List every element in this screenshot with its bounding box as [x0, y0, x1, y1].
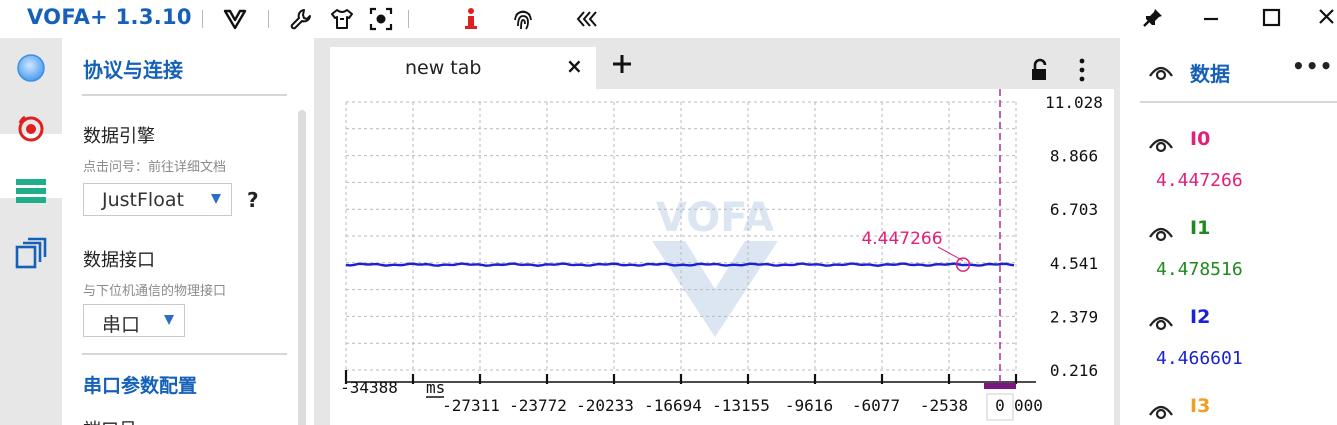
- panel-scrollbar[interactable]: [298, 110, 306, 425]
- divider: [82, 94, 287, 96]
- nav-rail: [0, 38, 62, 425]
- divider: [1140, 101, 1337, 103]
- channel-value: 4.478516: [1156, 259, 1243, 280]
- tab-close-button[interactable]: ×: [566, 54, 583, 78]
- x-tick-label: -2538: [920, 396, 968, 415]
- eye-icon[interactable]: [1148, 62, 1174, 82]
- series-line-I2: [345, 262, 1015, 267]
- maximize-icon[interactable]: [1256, 4, 1286, 32]
- y-axis-labels: 11.028 8.866 6.703 4.541 2.379 0.216: [1045, 93, 1103, 380]
- x-axis-unit: ms: [426, 378, 445, 397]
- port-label: 端口号: [83, 416, 137, 425]
- vofa-window: VOFA+ 1.3.10 协议与连接 数据引擎 点击问号：前往详细文档 Just…: [0, 0, 1337, 425]
- fingerprint-icon[interactable]: [510, 6, 536, 32]
- more-options-button[interactable]: •••: [1292, 54, 1333, 78]
- close-icon[interactable]: [1312, 4, 1337, 32]
- tab-label: new tab: [405, 57, 482, 79]
- interface-title: 数据接口: [83, 250, 155, 271]
- eye-icon[interactable]: [1148, 401, 1174, 421]
- watermark-logo-icon: [652, 241, 778, 337]
- channel-value: 4.447266: [1156, 170, 1243, 191]
- channel-name: I2: [1190, 306, 1211, 328]
- waveform-chart[interactable]: VOFA 4.447266 11.028 8.866 6.703 4.541 2.379…: [330, 89, 1114, 425]
- watermark-text: VOFA: [656, 195, 774, 241]
- cursor-handle: [984, 383, 1016, 389]
- info-icon[interactable]: [458, 6, 484, 32]
- data-list-icon[interactable]: [13, 173, 49, 209]
- engine-select[interactable]: JustFloat: [83, 183, 232, 216]
- data-panel-title: 数据: [1190, 62, 1230, 86]
- x-tick-label: -13155: [712, 396, 770, 415]
- screenshot-icon[interactable]: [368, 6, 394, 32]
- y-tick-label: 0.216: [1050, 361, 1098, 380]
- more-options-icon[interactable]: [1076, 56, 1088, 84]
- cursor-value: 0: [995, 396, 1005, 415]
- serial-config-title: 串口参数配置: [83, 375, 198, 397]
- data-panel: 数据 ••• I0 4.447266 I1 4.478516 I2 4.466601 I3: [1120, 38, 1337, 425]
- protocol-record-icon[interactable]: [13, 111, 49, 147]
- engine-select-value: JustFloat: [102, 189, 184, 211]
- panel-title: 协议与连接: [83, 58, 183, 82]
- toolbar-separator: [268, 10, 269, 28]
- x-tick-label: -27311: [442, 396, 500, 415]
- app-title: VOFA+ 1.3.10: [27, 5, 192, 29]
- pin-icon[interactable]: [1138, 4, 1168, 32]
- y-tick-label: 2.379: [1050, 307, 1098, 326]
- chevron-down-icon: [211, 194, 221, 204]
- plot-workspace: new tab × VOFA 4.447266 11.028 8.866 6.703: [314, 38, 1120, 425]
- eye-icon[interactable]: [1148, 134, 1174, 154]
- x-tick-label: -23772: [509, 396, 567, 415]
- y-tick-label: 8.866: [1050, 147, 1098, 166]
- interface-select[interactable]: 串口: [83, 304, 185, 337]
- help-button[interactable]: ?: [247, 188, 259, 212]
- engine-title: 数据引擎: [83, 126, 155, 147]
- tshirt-icon[interactable]: [329, 6, 355, 32]
- add-tab-icon[interactable]: [610, 52, 634, 76]
- interface-select-value: 串口: [102, 314, 141, 336]
- x-tick-label: -6077: [852, 396, 900, 415]
- channel-name: I0: [1190, 128, 1211, 150]
- y-tick-label: 4.541: [1050, 254, 1098, 273]
- connection-status-icon[interactable]: [13, 50, 49, 86]
- chevron-down-icon: [164, 315, 174, 325]
- eye-icon[interactable]: [1148, 312, 1174, 332]
- minimize-icon[interactable]: [1196, 4, 1226, 32]
- marker-label: 4.447266: [861, 229, 942, 249]
- tab-new-tab[interactable]: new tab ×: [330, 47, 596, 89]
- x-axis: -34388 ms-27311 -23772 -20233 -16694 -13155 -9…: [340, 370, 1036, 415]
- y-tick-label: 11.028: [1045, 93, 1103, 112]
- v-logo-icon[interactable]: [222, 6, 248, 32]
- x-tick-label: -20233: [576, 396, 634, 415]
- engine-hint: 点击问号：前往详细文档: [83, 160, 227, 175]
- x-tick-label: -16694: [644, 396, 702, 415]
- eye-icon[interactable]: [1148, 223, 1174, 243]
- y-tick-label: 6.703: [1050, 200, 1098, 219]
- unlock-icon[interactable]: [1028, 58, 1052, 82]
- x-tick-label: -9616: [785, 396, 833, 415]
- channel-name: I3: [1190, 395, 1211, 417]
- protocol-panel: 协议与连接 数据引擎 点击问号：前往详细文档 JustFloat ? 数据接口 …: [62, 38, 314, 425]
- channel-value: 4.466601: [1156, 348, 1243, 369]
- x-tick-label-tail: 000: [1014, 396, 1043, 415]
- title-bar: VOFA+ 1.3.10: [0, 0, 1337, 38]
- wrench-icon[interactable]: [288, 6, 314, 32]
- toolbar-separator: [408, 10, 409, 28]
- toolbar-separator: [202, 10, 203, 28]
- x-tick-label: -34388: [340, 378, 398, 397]
- interface-hint: 与下位机通信的物理接口: [83, 284, 227, 299]
- waveform-plot[interactable]: VOFA 4.447266 11.028 8.866 6.703 4.541 2.379…: [330, 89, 1114, 425]
- collapse-icon[interactable]: [574, 6, 600, 32]
- channel-name: I1: [1190, 217, 1211, 239]
- widgets-icon[interactable]: [13, 236, 49, 272]
- divider: [82, 353, 287, 355]
